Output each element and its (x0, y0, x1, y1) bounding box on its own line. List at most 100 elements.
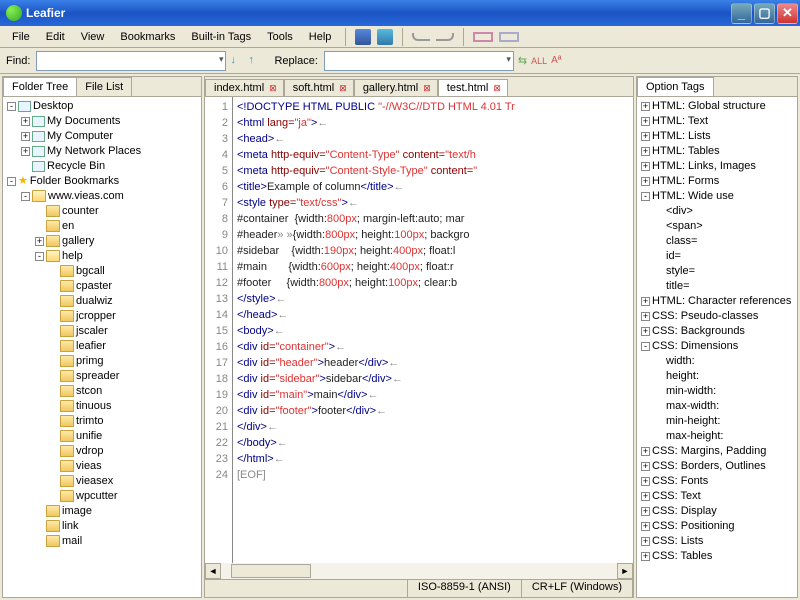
tree-item[interactable]: -Desktop+My Documents+My Computer+My Net… (7, 99, 199, 174)
tab-option-tags[interactable]: Option Tags (637, 77, 714, 96)
tree-item[interactable]: +CSS: Display (641, 504, 795, 519)
tab-folder-tree[interactable]: Folder Tree (3, 77, 77, 96)
hscrollbar[interactable]: ◄ ► (205, 563, 633, 579)
tree-item[interactable]: +HTML: Lists (641, 129, 795, 144)
scroll-track[interactable] (221, 563, 617, 579)
tree-item[interactable]: +HTML: Tables (641, 144, 795, 159)
tree-item[interactable]: wpcutter (49, 489, 199, 504)
tree-item[interactable]: +HTML: Global structure (641, 99, 795, 114)
minimize-button[interactable]: _ (731, 3, 752, 24)
tree-item[interactable]: dualwiz (49, 294, 199, 309)
tree-item[interactable]: <div> (655, 204, 795, 219)
tree-item[interactable]: -www.vieas.comcounteren+gallery-helpbgca… (21, 189, 199, 549)
menu-builtin-tags[interactable]: Built-in Tags (183, 28, 259, 46)
maximize-button[interactable]: ▢ (754, 3, 775, 24)
tree-item[interactable]: +CSS: Tables (641, 549, 795, 564)
close-button[interactable]: ✕ (777, 3, 798, 24)
layout1-icon[interactable] (473, 32, 493, 42)
replace-input[interactable] (324, 51, 514, 71)
tree-item[interactable]: counter (35, 204, 199, 219)
tree-item[interactable]: vieas (49, 459, 199, 474)
tree-item[interactable]: +HTML: Text (641, 114, 795, 129)
tree-item[interactable]: width: (655, 354, 795, 369)
tree-item[interactable]: leafier (49, 339, 199, 354)
option-tags-tree[interactable]: +HTML: Global structure+HTML: Text+HTML:… (637, 97, 797, 597)
tree-item[interactable]: +CSS: Borders, Outlines (641, 459, 795, 474)
folder-tree[interactable]: -Desktop+My Documents+My Computer+My Net… (3, 97, 201, 597)
tree-item[interactable]: title= (655, 279, 795, 294)
tree-item[interactable]: +CSS: Pseudo-classes (641, 309, 795, 324)
menu-view[interactable]: View (73, 28, 113, 46)
tree-item[interactable]: +My Network Places (21, 144, 199, 159)
menu-bookmarks[interactable]: Bookmarks (112, 28, 183, 46)
tree-item[interactable]: +My Documents (21, 114, 199, 129)
tree-item[interactable]: +CSS: Positioning (641, 519, 795, 534)
find-next-icon[interactable]: ↓ (230, 54, 244, 68)
tree-item[interactable]: jscaler (49, 324, 199, 339)
tree-item[interactable]: +My Computer (21, 129, 199, 144)
tree-item[interactable]: +CSS: Fonts (641, 474, 795, 489)
tree-item[interactable]: min-height: (655, 414, 795, 429)
tree-item[interactable]: +HTML: Forms (641, 174, 795, 189)
tree-item[interactable]: height: (655, 369, 795, 384)
tree-item[interactable]: mail (35, 534, 199, 549)
menu-help[interactable]: Help (301, 28, 340, 46)
tree-item[interactable]: +CSS: Margins, Padding (641, 444, 795, 459)
tree-item[interactable]: -helpbgcallcpasterdualwizjcropperjscaler… (35, 249, 199, 504)
tree-item[interactable]: Recycle Bin (21, 159, 199, 174)
scroll-right-button[interactable]: ► (617, 563, 633, 579)
tree-item[interactable]: <span> (655, 219, 795, 234)
save-icon[interactable] (355, 29, 371, 45)
tree-item[interactable]: max-height: (655, 429, 795, 444)
tree-item[interactable]: vieasex (49, 474, 199, 489)
redo-icon[interactable] (436, 33, 454, 41)
code-editor[interactable]: 123456789101112131415161718192021222324 … (205, 97, 633, 563)
tree-item[interactable]: +HTML: Links, Images (641, 159, 795, 174)
tree-item[interactable]: stcon (49, 384, 199, 399)
replace-all-icon[interactable]: ALL (531, 56, 547, 66)
tree-item[interactable]: image (35, 504, 199, 519)
menu-file[interactable]: File (4, 28, 38, 46)
tree-item[interactable]: bgcall (49, 264, 199, 279)
tab-close-icon[interactable]: ⊠ (267, 83, 279, 94)
tree-item[interactable]: min-width: (655, 384, 795, 399)
save-all-icon[interactable] (377, 29, 393, 45)
tree-item[interactable]: unifie (49, 429, 199, 444)
tree-item[interactable]: primg (49, 354, 199, 369)
tree-item[interactable]: -HTML: Wide use<div><span>class=id=style… (641, 189, 795, 294)
tab-close-icon[interactable]: ⊠ (337, 83, 349, 94)
tree-item[interactable]: +CSS: Backgrounds (641, 324, 795, 339)
tree-item[interactable]: spreader (49, 369, 199, 384)
tree-item[interactable]: +CSS: Text (641, 489, 795, 504)
case-icon[interactable]: Aª (551, 55, 561, 66)
file-tab[interactable]: gallery.html⊠ (354, 79, 438, 96)
file-tab[interactable]: test.html⊠ (438, 79, 508, 96)
tab-close-icon[interactable]: ⊠ (491, 83, 503, 94)
tree-item[interactable]: -CSS: Dimensionswidth:height:min-width:m… (641, 339, 795, 444)
tree-item[interactable]: jcropper (49, 309, 199, 324)
tree-item[interactable]: id= (655, 249, 795, 264)
scroll-thumb[interactable] (231, 564, 311, 578)
code-area[interactable]: <!DOCTYPE HTML PUBLIC "-//W3C//DTD HTML … (233, 97, 633, 563)
tree-item[interactable]: style= (655, 264, 795, 279)
scroll-left-button[interactable]: ◄ (205, 563, 221, 579)
find-prev-icon[interactable]: ↑ (248, 54, 262, 68)
tree-item[interactable]: vdrop (49, 444, 199, 459)
tree-item[interactable]: en (35, 219, 199, 234)
tree-item[interactable]: tinuous (49, 399, 199, 414)
layout2-icon[interactable] (499, 32, 519, 42)
tab-close-icon[interactable]: ⊠ (421, 83, 433, 94)
tree-item[interactable]: +gallery (35, 234, 199, 249)
find-input[interactable] (36, 51, 226, 71)
tree-item[interactable]: -★Folder Bookmarks-www.vieas.comcountere… (7, 174, 199, 549)
file-tab[interactable]: index.html⊠ (205, 79, 284, 96)
replace-next-icon[interactable]: ⇆ (518, 54, 527, 67)
tree-item[interactable]: class= (655, 234, 795, 249)
tree-item[interactable]: +HTML: Character references (641, 294, 795, 309)
tree-item[interactable]: max-width: (655, 399, 795, 414)
menu-tools[interactable]: Tools (259, 28, 301, 46)
tree-item[interactable]: +CSS: Lists (641, 534, 795, 549)
tree-item[interactable]: cpaster (49, 279, 199, 294)
tree-item[interactable]: trimto (49, 414, 199, 429)
menu-edit[interactable]: Edit (38, 28, 73, 46)
